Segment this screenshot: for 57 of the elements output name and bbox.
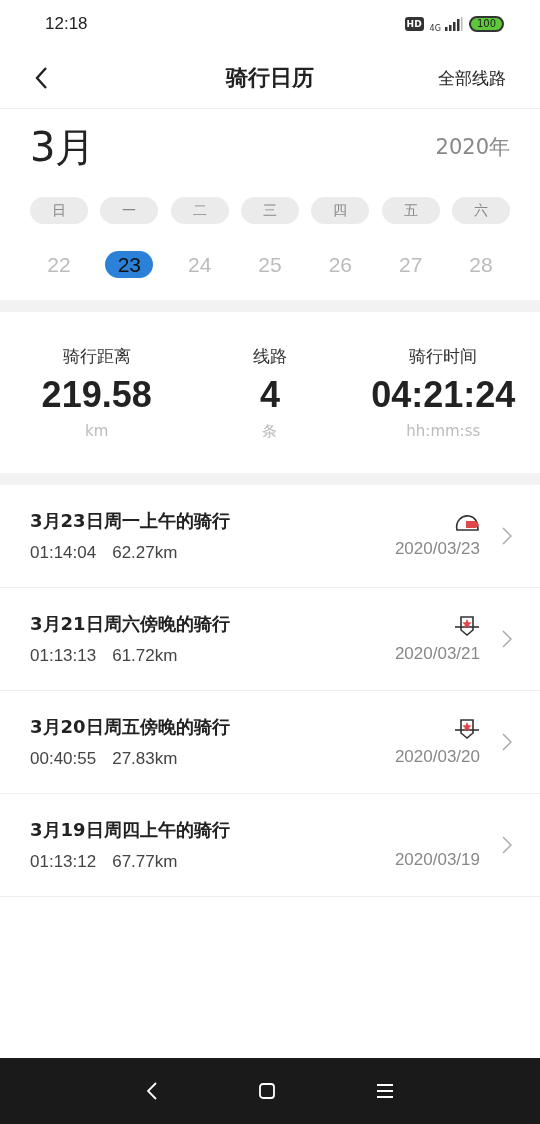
chevron-right-icon (502, 836, 512, 854)
network-type: 4G (429, 23, 441, 33)
stat-label: 线路 (253, 344, 287, 368)
home-icon[interactable] (259, 1083, 275, 1099)
ride-distance: 27.83km (112, 749, 178, 769)
ride-title: 3月23日周一上午的骑行 (30, 509, 231, 533)
hd-badge: HD (404, 17, 424, 31)
back-button[interactable] (34, 66, 48, 90)
status-time: 12:18 (45, 14, 88, 34)
stat-unit: 条 (262, 421, 278, 441)
ride-item[interactable]: 3月23日周一上午的骑行 01:14:04 62.27km 2020/03/23 (0, 485, 540, 588)
stat-label: 骑行距离 (62, 345, 131, 368)
battery-indicator: 100 (468, 16, 504, 32)
ride-duration: 01:13:13 (30, 646, 97, 666)
menu-icon[interactable] (377, 1084, 393, 1098)
ride-duration: 00:40:55 (30, 749, 97, 769)
page-title: 骑行日历 (226, 64, 314, 92)
ride-date: 2020/03/21 (394, 644, 480, 664)
weekday-label: 三 (241, 197, 299, 224)
ride-duration: 01:13:12 (30, 852, 97, 872)
stat-unit: hh:mm:ss (406, 422, 481, 440)
stat-value: 04:21:24 (371, 374, 516, 416)
ride-item[interactable]: 3月19日周四上午的骑行 01:13:12 67.77km 2020/03/19 (0, 794, 540, 897)
month-label: 3月 (30, 122, 96, 172)
calendar-day[interactable]: 23 (105, 251, 154, 278)
stat-unit: km (85, 422, 109, 440)
weekday-label: 四 (311, 197, 370, 224)
all-routes-link[interactable]: 全部线路 (438, 66, 506, 90)
ride-date: 2020/03/23 (394, 539, 480, 559)
back-icon[interactable] (147, 1082, 157, 1100)
ride-item[interactable]: 3月21日周六傍晚的骑行 01:13:13 61.72km 2020/03/21 (0, 588, 540, 691)
stat-value: 219.58 (41, 374, 152, 416)
weekday-label: 日 (30, 197, 88, 224)
helmet-icon (454, 513, 480, 533)
weekday-label: 一 (100, 197, 159, 224)
weekday-label: 二 (170, 197, 229, 224)
chevron-right-icon (502, 527, 512, 545)
stat-label: 骑行时间 (409, 345, 478, 368)
ride-title: 3月21日周六傍晚的骑行 (30, 612, 231, 636)
ride-distance: 67.77km (112, 852, 178, 872)
ride-date: 2020/03/19 (394, 850, 480, 870)
ride-item[interactable]: 3月20日周五傍晚的骑行 00:40:55 27.83km 2020/03/20 (0, 691, 540, 794)
star-badge-icon (454, 614, 480, 638)
ride-distance: 62.27km (112, 543, 178, 563)
ride-duration: 01:14:04 (30, 543, 97, 563)
weekday-label: 五 (381, 197, 440, 224)
signal-icon (442, 17, 463, 31)
ride-title: 3月19日周四上午的骑行 (30, 818, 231, 842)
ride-title: 3月20日周五傍晚的骑行 (30, 715, 231, 739)
chevron-right-icon (502, 733, 512, 751)
star-badge-icon (454, 717, 480, 741)
ride-date: 2020/03/20 (394, 747, 480, 767)
weekday-label: 六 (451, 197, 510, 224)
stat-value: 4 (259, 373, 280, 416)
year-label: 2020年 (435, 134, 510, 161)
chevron-right-icon (502, 630, 512, 648)
ride-distance: 61.72km (112, 646, 178, 666)
